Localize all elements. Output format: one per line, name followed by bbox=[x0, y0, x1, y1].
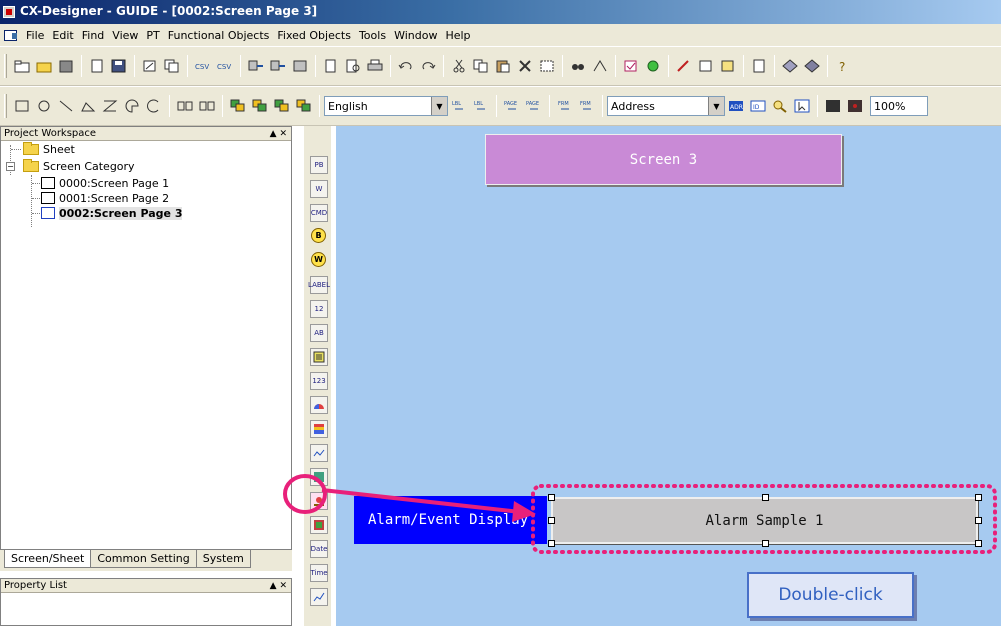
highlight-circle bbox=[283, 474, 327, 514]
arrow-head bbox=[512, 501, 536, 522]
double-click-callout: Double-click bbox=[747, 572, 914, 618]
pointer-arrow bbox=[321, 488, 521, 514]
tutorial-annotation-overlay bbox=[283, 474, 997, 554]
highlight-dotted-box bbox=[531, 484, 997, 554]
